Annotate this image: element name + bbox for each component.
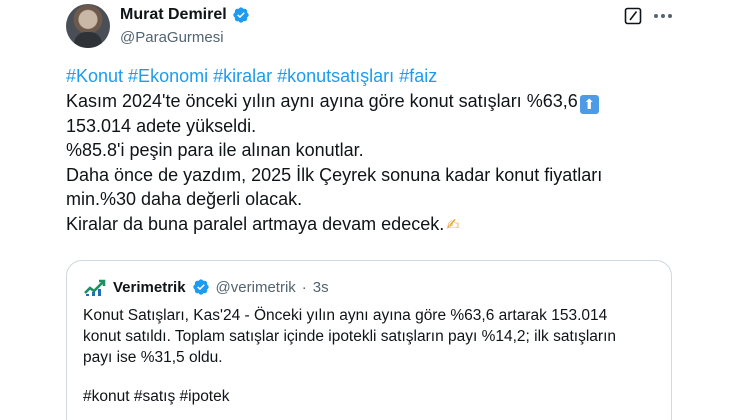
verified-badge-icon — [192, 279, 209, 295]
more-options-icon[interactable] — [651, 7, 675, 25]
up-arrow-emoji-icon: ⬆ — [579, 94, 599, 114]
quoted-text-line: payı ise %31,5 oldu. — [83, 349, 223, 366]
tweet-line: Kasım 2024'te önceki yılın aynı ayına gö… — [66, 89, 666, 114]
quoted-tweet-text: Konut Satışları, Kas'24 - Önceki yılın a… — [83, 305, 663, 368]
tweet-text: #Konut #Ekonomi #kiralar #konutsatışları… — [66, 64, 666, 238]
tweet-line: min.%30 daha değerli olacak. — [66, 189, 303, 209]
quoted-display-name[interactable]: Verimetrik — [113, 279, 186, 296]
tweet-line: %85.8'i peşin para ile alınan konutlar. — [66, 140, 364, 160]
author-handle[interactable]: @ParaGurmesi — [120, 29, 224, 46]
tweet-line: Kiralar da buna paralel artmaya devam ed… — [66, 212, 666, 239]
quoted-timestamp[interactable]: 3s — [313, 279, 329, 296]
quoted-hashtags[interactable]: #konut #satış #ipotek — [83, 388, 230, 406]
quoted-text-line: konut satıldı. Toplam satışlar içinde ip… — [83, 328, 616, 345]
verified-badge-icon — [233, 7, 249, 23]
tweet-line: Daha önce de yazdım, 2025 İlk Çeyrek son… — [66, 164, 603, 185]
tweet-line-text: Kiralar da buna paralel artmaya devam ed… — [66, 213, 445, 234]
author-avatar[interactable] — [66, 4, 110, 48]
quoted-tweet-header: Verimetrik @verimetrik · 3s — [83, 277, 329, 297]
verimetrik-logo-icon — [84, 279, 106, 296]
author-display-name[interactable]: Murat Demirel — [120, 6, 227, 24]
quoted-separator: · — [301, 278, 307, 296]
edit-icon[interactable] — [624, 7, 642, 25]
writing-hand-emoji-icon: ✍ — [446, 216, 460, 234]
tweet-line: 153.014 adete yükseldi. — [66, 115, 257, 136]
tweet-line-text: Kasım 2024'te önceki yılın aynı ayına gö… — [66, 90, 578, 111]
quoted-text-line: Konut Satışları, Kas'24 - Önceki yılın a… — [83, 307, 608, 324]
author-name-row: Murat Demirel — [120, 6, 250, 24]
tweet-hashtags[interactable]: #Konut #Ekonomi #kiralar #konutsatışları… — [66, 64, 666, 89]
quoted-tweet-card[interactable]: Verimetrik @verimetrik · 3s Konut Satışl… — [66, 260, 672, 420]
quoted-handle[interactable]: @verimetrik — [216, 279, 296, 296]
